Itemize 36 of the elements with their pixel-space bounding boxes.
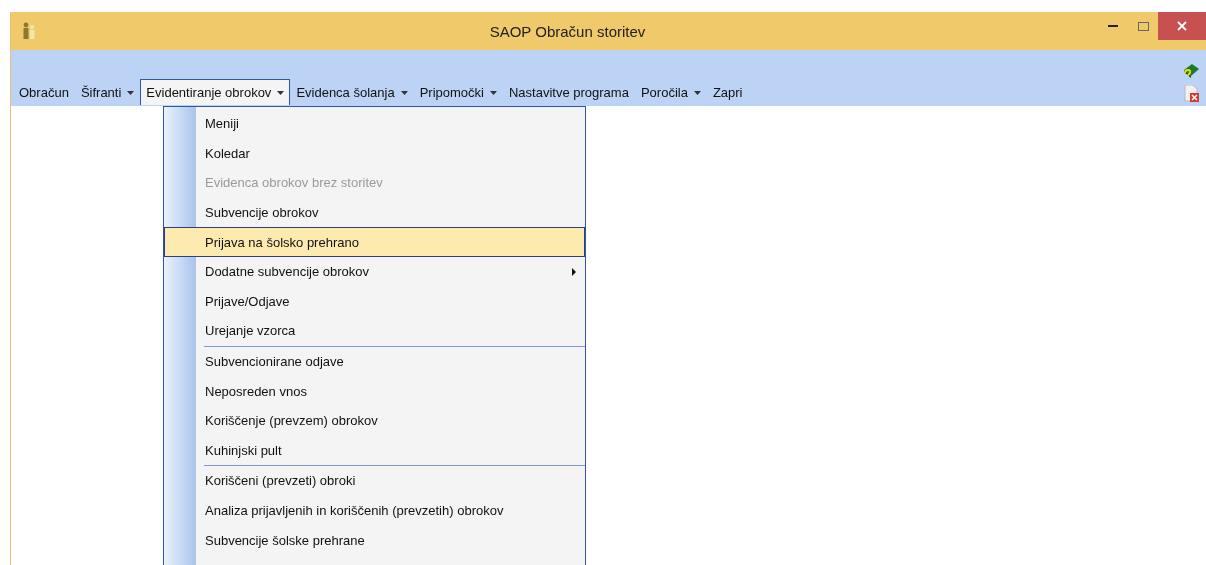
menu-entry[interactable]: Neposreden vnos (196, 376, 585, 406)
menu-item[interactable]: Šifranti (74, 79, 141, 105)
caret-icon (693, 90, 701, 95)
menu-entry[interactable]: Prijava na šolsko prehrano (164, 227, 585, 257)
menu-entry[interactable]: Koriščenje (prevzem) obrokov (196, 405, 585, 436)
menu-item[interactable]: Poročila (634, 79, 707, 105)
menu-item[interactable]: Obračun (13, 79, 75, 105)
window-title: SAOP Obračun storitev (488, 22, 647, 40)
maximize-icon (1137, 21, 1149, 31)
menu-entry[interactable]: Koledar (196, 138, 585, 169)
menu-item[interactable]: Evidentiranje obrokov (140, 79, 291, 105)
submenu-arrow-icon (572, 267, 576, 276)
minimize-icon (1108, 25, 1118, 27)
menu-entry[interactable]: Meniji (196, 109, 585, 139)
caret-icon (277, 90, 285, 95)
menu-item[interactable]: Nastavitve programa (502, 79, 635, 105)
close-document-icon[interactable] (1184, 85, 1200, 102)
menu-item[interactable]: Pripomočki (413, 79, 503, 105)
menu-entry[interactable]: Koriščeni (prevzeti) obroki (196, 466, 585, 496)
menu-entry[interactable]: Kuhinjski pult (196, 435, 585, 466)
menu-entry[interactable]: Subvencije šolske prehrane (196, 525, 585, 555)
menu-entry[interactable]: Analiza prijavljenih in koriščenih (prevzetih) obrokov (196, 495, 585, 526)
menu-entry[interactable]: Dodatne subvencije obrokov (196, 256, 585, 287)
close-button[interactable] (1158, 12, 1206, 40)
menu-entry[interactable]: Urejanje vzorca (196, 316, 585, 346)
menu-entry[interactable]: Prijave/Odjave (196, 286, 585, 317)
caret-icon (400, 90, 408, 95)
app-icon (21, 22, 37, 40)
menu-entry[interactable]: Subvencije obrokov (196, 197, 585, 228)
caret-icon (127, 90, 135, 95)
help-book-icon[interactable] (1182, 62, 1200, 79)
close-icon (1177, 21, 1187, 31)
caret-icon (489, 90, 497, 95)
menu-entry[interactable]: Subvencionirane odjave (196, 346, 585, 377)
menu-item[interactable]: Zapri (706, 79, 749, 105)
menu-item[interactable]: Evidenca šolanja (290, 79, 414, 105)
